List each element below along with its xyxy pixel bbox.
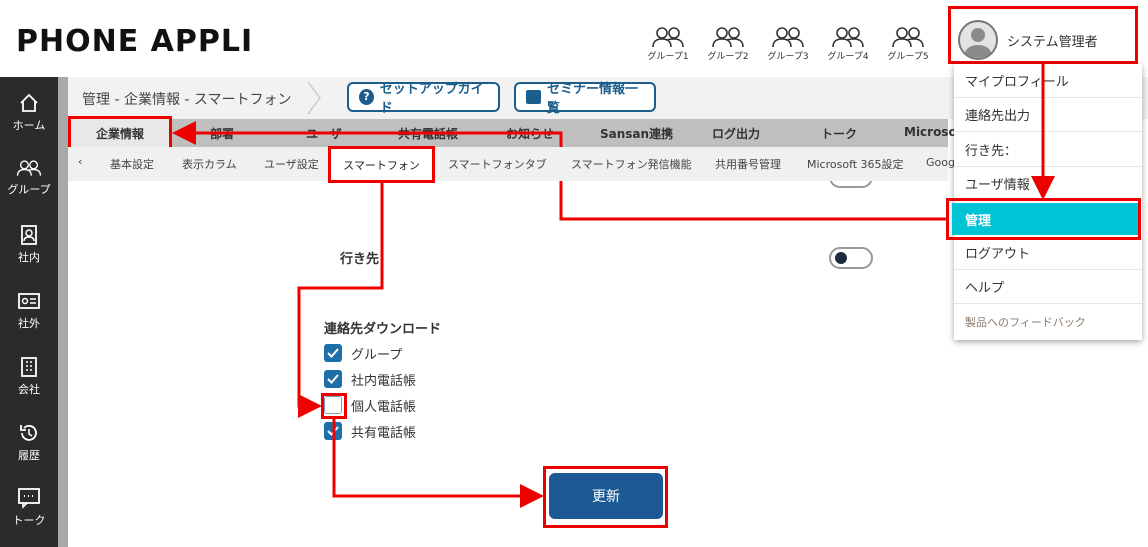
app-logo[interactable]: PHONE APPLI: [16, 24, 253, 59]
menu-item-user-info[interactable]: ユーザ情報: [954, 167, 1142, 201]
group-label: グループ1: [647, 52, 689, 62]
destination-label: 行き先: [340, 252, 380, 267]
sidebar-item-label: 社内: [18, 251, 40, 264]
question-icon: ?: [359, 89, 374, 105]
subtab-display-columns[interactable]: 表示カラム: [182, 156, 237, 172]
toggle-knob: [835, 252, 847, 264]
subtab-smartphone-call[interactable]: スマートフォン発信機能: [571, 156, 692, 172]
checkbox-shared-phonebook[interactable]: 共有電話帳: [324, 421, 416, 441]
sidebar-item-home[interactable]: ホーム: [0, 92, 58, 133]
sidebar-item-company[interactable]: 会社: [0, 356, 58, 397]
sidebar-item-external[interactable]: 社外: [0, 290, 58, 331]
group-5-button[interactable]: グループ5: [885, 26, 931, 62]
checkmark-icon: [327, 374, 339, 384]
tab-talk[interactable]: トーク: [821, 125, 857, 142]
checkbox-label: 個人電話帳: [351, 399, 417, 415]
chat-icon: [18, 488, 40, 509]
setup-guide-button[interactable]: ? セットアップガイド: [347, 82, 500, 116]
chevron-left-icon[interactable]: ‹: [78, 155, 82, 168]
subtab-shared-number[interactable]: 共用番号管理: [715, 156, 781, 172]
presentation-icon: [526, 90, 541, 104]
sidebar-item-label: 会社: [18, 383, 40, 396]
destination-toggle[interactable]: [829, 247, 873, 269]
sidebar-item-group[interactable]: グループ: [0, 158, 58, 197]
group-1-button[interactable]: グループ1: [645, 26, 691, 62]
annotation-highlight-checkbox: [321, 393, 347, 419]
tab-user[interactable]: ユーザ: [306, 125, 342, 142]
subtab-user-settings[interactable]: ユーザ設定: [264, 156, 319, 172]
sidebar-item-label: トーク: [12, 514, 46, 527]
sidebar-item-internal[interactable]: 社内: [0, 224, 58, 265]
subtab-smartphone[interactable]: スマートフォン: [328, 146, 435, 183]
group-4-button[interactable]: グループ4: [825, 26, 871, 62]
group-icon: [16, 160, 42, 176]
setup-guide-label: セットアップガイド: [379, 82, 484, 116]
tab-notice[interactable]: お知らせ: [506, 125, 554, 142]
menu-item-help[interactable]: ヘルプ: [954, 270, 1142, 304]
checkbox-label: グループ: [351, 347, 403, 363]
group-icon: [892, 27, 924, 48]
breadcrumb: 管理 - 企業情報 - スマートフォン: [82, 92, 292, 108]
annotation-highlight-user: [948, 6, 1138, 64]
group-2-button[interactable]: グループ2: [705, 26, 751, 62]
group-label: グループ2: [707, 52, 749, 62]
contacts-book-icon: [21, 225, 37, 245]
checkbox-group[interactable]: グループ: [324, 343, 402, 363]
tab-company-info[interactable]: 企業情報: [68, 116, 172, 150]
tab-shared-phonebook[interactable]: 共有電話帳: [398, 125, 458, 142]
sidebar-item-history[interactable]: 履歴: [0, 422, 58, 463]
checkbox-label: 社内電話帳: [351, 373, 417, 389]
sidebar-item-label: 社外: [18, 317, 40, 330]
menu-item-contact-export[interactable]: 連絡先出力: [954, 98, 1142, 132]
seminar-list-label: セミナー情報一覧: [546, 82, 638, 116]
contact-download-title: 連絡先ダウンロード: [324, 322, 442, 337]
group-3-button[interactable]: グループ3: [765, 26, 811, 62]
group-icon: [652, 27, 684, 48]
menu-item-feedback[interactable]: 製品へのフィードバック: [954, 305, 1142, 339]
sidebar-item-label: 履歴: [18, 449, 40, 462]
checkbox-label: 共有電話帳: [351, 425, 417, 441]
group-icon: [772, 27, 804, 48]
annotation-highlight-admin: [946, 198, 1141, 240]
sidebar-item-talk[interactable]: トーク: [0, 487, 58, 528]
building-icon: [21, 357, 37, 377]
checkbox-internal-phonebook[interactable]: 社内電話帳: [324, 369, 416, 389]
breadcrumb-chevron-icon: [307, 81, 321, 115]
subtab-smartphone-tab[interactable]: スマートフォンタブ: [448, 156, 547, 172]
tab-department[interactable]: 部署: [210, 125, 234, 142]
checkmark-icon: [327, 348, 339, 358]
subtab-basic-settings[interactable]: 基本設定: [110, 156, 154, 172]
group-icon: [712, 27, 744, 48]
home-icon: [20, 93, 38, 112]
group-icon: [832, 27, 864, 48]
checkmark-icon: [327, 426, 339, 436]
history-icon: [20, 425, 37, 441]
menu-item-destination[interactable]: 行き先：: [954, 133, 1142, 167]
group-label: グループ4: [827, 52, 869, 62]
sidebar-scrollbar[interactable]: [58, 77, 68, 547]
sidebar-item-label: グループ: [7, 183, 51, 196]
id-card-icon: [18, 293, 40, 309]
subtab-google[interactable]: Goog: [926, 156, 955, 169]
group-label: グループ5: [887, 52, 929, 62]
group-label: グループ3: [767, 52, 809, 62]
checkbox-checked[interactable]: [324, 422, 342, 440]
seminar-list-button[interactable]: セミナー情報一覧: [514, 82, 656, 116]
subtab-m365-settings[interactable]: Microsoft 365設定: [807, 156, 904, 172]
tab-sansan[interactable]: Sansan連携: [600, 125, 673, 142]
annotation-highlight-update: [543, 466, 668, 528]
checkbox-checked[interactable]: [324, 344, 342, 362]
checkbox-checked[interactable]: [324, 370, 342, 388]
menu-item-my-profile[interactable]: マイプロフィール: [954, 64, 1142, 98]
menu-item-logout[interactable]: ログアウト: [954, 236, 1142, 270]
sidebar-item-label: ホーム: [12, 119, 46, 132]
tab-log-output[interactable]: ログ出力: [712, 125, 760, 142]
